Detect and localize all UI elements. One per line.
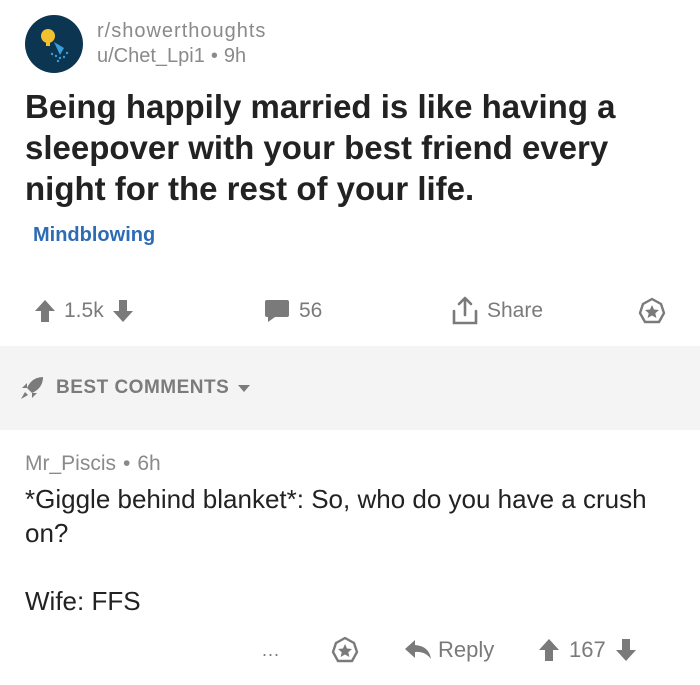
arrow-down-icon[interactable] (112, 299, 134, 323)
sort-label: BEST COMMENTS (56, 377, 230, 398)
comment-body: *Giggle behind blanket*: So, who do you … (25, 482, 675, 618)
subreddit-avatar[interactable] (25, 15, 83, 73)
save-button[interactable] (637, 290, 667, 332)
comment-age: 6h (137, 452, 161, 475)
comments-sort-band: BEST COMMENTS (0, 346, 700, 430)
chevron-down-icon (237, 383, 251, 393)
comment-count: 56 (299, 299, 323, 322)
comment-paragraph: Wife: FFS (25, 586, 141, 616)
post-score: 1.5k (64, 299, 104, 322)
post-header: r/showerthoughts u/Chet_Lpi1 • 9h (25, 14, 266, 74)
more-options-button[interactable]: ... (262, 628, 280, 672)
meta-separator: • (123, 452, 131, 475)
comment-save-button[interactable] (330, 628, 360, 672)
share-icon (451, 296, 479, 326)
post-author[interactable]: u/Chet_Lpi1 (97, 43, 205, 69)
post-action-bar: 1.5k 56 Share (0, 290, 700, 332)
sort-dropdown[interactable]: BEST COMMENTS (18, 366, 251, 410)
comment-vote-group: 167 (538, 628, 637, 672)
meta-separator: • (210, 45, 218, 67)
arrow-down-icon[interactable] (615, 638, 637, 662)
star-icon (330, 635, 360, 665)
post-title[interactable]: Being happily married is like having a s… (25, 86, 675, 209)
arrow-up-icon[interactable] (34, 299, 56, 323)
arrow-up-icon[interactable] (538, 638, 560, 662)
star-icon (637, 296, 667, 326)
subreddit-name[interactable]: r/showerthoughts (97, 19, 266, 43)
vote-group: 1.5k (34, 290, 134, 332)
comment-meta: Mr_Piscis • 6h (25, 452, 161, 476)
comment-score: 167 (569, 637, 606, 662)
comment-paragraph: *Giggle behind blanket*: So, who do you … (25, 484, 647, 548)
comment-author[interactable]: Mr_Piscis (25, 452, 116, 476)
speech-bubble-icon (263, 298, 291, 324)
comment-action-bar: ... Reply 167 (0, 628, 700, 672)
post-flair[interactable]: Mindblowing (33, 224, 155, 247)
share-button[interactable]: Share (451, 290, 551, 332)
post-age: 9h (223, 45, 247, 67)
share-label: Share (487, 299, 544, 322)
rocket-icon (18, 374, 46, 402)
shower-head-icon (34, 24, 74, 64)
comments-button[interactable]: 56 (263, 290, 330, 332)
reply-arrow-icon (404, 638, 432, 662)
reply-label: Reply (438, 637, 495, 662)
reply-button[interactable]: Reply (404, 628, 494, 672)
